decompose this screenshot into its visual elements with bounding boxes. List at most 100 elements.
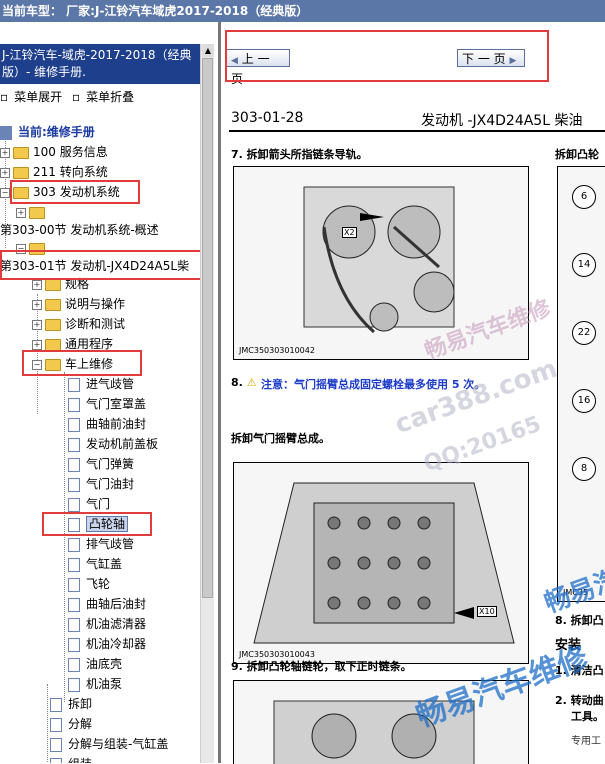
tree-item-disassembly-head[interactable]: 分解与组装-气缸盖 [50, 734, 168, 754]
manual-icon [0, 125, 12, 140]
tree-item-folder[interactable]: + [16, 202, 49, 222]
sidebar-scrollbar[interactable]: ▲ [200, 44, 214, 763]
tree-item-intake-manifold[interactable]: 进气歧管 [68, 374, 134, 394]
right-column-title: 拆卸凸轮 [555, 148, 599, 161]
document-icon [68, 677, 80, 692]
expand-icon: ▫ [0, 90, 9, 104]
highlight-box [0, 250, 208, 280]
tree-item-rear-seal[interactable]: 曲轴后油封 [68, 594, 146, 614]
document-icon [50, 697, 62, 712]
document-icon [68, 377, 80, 392]
highlight-box [22, 350, 142, 376]
expand-icon[interactable]: + [32, 319, 42, 330]
step-8: 8. ⚠ [231, 376, 257, 389]
tree-item-100[interactable]: +100 服务信息 [0, 142, 108, 162]
install-step-2: 2. 转动曲 [555, 694, 604, 707]
tree-item-303-00[interactable]: 第303-00节 发动机系统-概述 [0, 220, 159, 240]
tree-item-oil-pump[interactable]: 机油泵 [68, 674, 122, 694]
bolt-number: 22 [572, 321, 596, 345]
scroll-up-icon[interactable]: ▲ [202, 44, 214, 57]
document-icon [68, 437, 80, 452]
document-icon [68, 657, 80, 672]
warning-icon: ⚠ [246, 376, 257, 389]
highlight-box [42, 512, 152, 536]
tree-item-removal[interactable]: 拆卸 [50, 694, 92, 714]
document-icon [68, 477, 80, 492]
document-icon [68, 637, 80, 652]
tree-item-exhaust-manifold[interactable]: 排气歧管 [68, 534, 134, 554]
expand-icon[interactable]: + [32, 339, 42, 350]
expand-icon[interactable]: + [16, 207, 26, 218]
tree-root[interactable]: 当前:维修手册 [0, 122, 95, 142]
tree-item-disassembly[interactable]: 分解 [50, 714, 92, 734]
document-icon [50, 737, 62, 752]
folder-icon [45, 298, 61, 311]
document-icon [68, 397, 80, 412]
diagram-camshaft-sprocket [233, 680, 529, 764]
collapse-menu-button[interactable]: 菜单折叠 [86, 90, 134, 104]
engine-diagram-2 [253, 482, 515, 644]
diagram-rocker-assembly: X10 JMC350303010043 [233, 462, 529, 664]
step-9: 9. 拆卸凸轮轴链轮，取下正时链条。 [231, 660, 412, 673]
tree-item-valve-seal[interactable]: 气门油封 [68, 474, 134, 494]
expand-icon[interactable]: + [0, 147, 10, 158]
document-icon [68, 497, 80, 512]
collapse-icon: ▫ [71, 90, 81, 104]
document-icon [50, 717, 62, 732]
sidebar-controls: ▫ 菜单展开 ▫ 菜单折叠 [0, 88, 140, 105]
sidebar: J-江铃汽车-域虎-2017-2018（经典版）- 维修手册. ▫ 菜单展开 ▫ 菜… [0, 44, 214, 763]
tree-item-flywheel[interactable]: 飞轮 [68, 574, 110, 594]
arrow-label: X2 [342, 227, 357, 238]
tree-item-description[interactable]: + 说明与操作 [32, 294, 125, 314]
special-tool-label: 专用工 [571, 736, 601, 747]
document-icon [68, 577, 80, 592]
expand-menu-button[interactable]: 菜单展开 [14, 90, 62, 104]
diagram-code: JMC350303010042 [239, 346, 315, 355]
tree-item-oil-filter[interactable]: 机油滤清器 [68, 614, 146, 634]
tree-item-cylinder-head[interactable]: 气缸盖 [68, 554, 122, 574]
step-7: 7. 拆卸箭头所指链条导轨。 [231, 148, 368, 161]
tree-item-diagnosis[interactable]: + 诊断和测试 [32, 314, 125, 334]
highlight-box [10, 180, 140, 204]
bolt-number: 16 [572, 389, 596, 413]
highlight-box [225, 30, 549, 82]
tree-item-front-cover[interactable]: 发动机前盖板 [68, 434, 158, 454]
diagram-timing-chain: X2 JMC350303010042 [233, 166, 529, 360]
document-icon [68, 597, 80, 612]
tree-line [64, 372, 65, 702]
page-header: 303-01-28 发动机 -JX4D24A5L 柴油 [229, 108, 605, 132]
tree-item-oil-cooler[interactable]: 机油冷却器 [68, 634, 146, 654]
page-heading: 发动机 -JX4D24A5L 柴油 [421, 113, 583, 129]
folder-icon [45, 338, 61, 351]
install-heading: 安装 [555, 638, 582, 653]
install-step-1: 1. 清洁凸 [555, 664, 604, 677]
expand-icon[interactable]: + [32, 279, 42, 290]
document-icon [50, 757, 62, 763]
expand-icon[interactable]: + [0, 167, 10, 178]
document-icon [68, 537, 80, 552]
folder-icon [13, 146, 29, 159]
document-icon [68, 557, 80, 572]
document-icon [68, 457, 80, 472]
document-icon [68, 617, 80, 632]
page-code: 303-01-28 [231, 110, 304, 126]
diagram-code: JMC35 [563, 588, 589, 597]
expand-icon[interactable]: + [32, 299, 42, 310]
folder-icon [13, 166, 29, 179]
tree-item-front-seal[interactable]: 曲轴前油封 [68, 414, 146, 434]
step-8-note: 注意：气门摇臂总成固定螺栓最多使用 5 次。 [261, 378, 486, 391]
tree-item-211[interactable]: +211 转向系统 [0, 162, 108, 182]
scroll-thumb[interactable] [202, 58, 213, 598]
engine-diagram-1 [303, 186, 455, 334]
collapse-icon[interactable]: − [0, 187, 10, 198]
tree-item-valve-cover[interactable]: 气门室罩盖 [68, 394, 146, 414]
tree-item-assembly[interactable]: 组装 [50, 754, 92, 763]
title-bar: 当前车型： 厂家:J-江铃汽车域虎2017-2018（经典版） [0, 0, 605, 22]
tree-item-valve[interactable]: 气门 [68, 494, 110, 514]
folder-icon [45, 318, 61, 331]
tree-item-oil-pan[interactable]: 油底壳 [68, 654, 122, 674]
bolt-number: 14 [572, 253, 596, 277]
bolt-number: 6 [572, 185, 596, 209]
tree-item-valve-spring[interactable]: 气门弹簧 [68, 454, 134, 474]
folder-icon [29, 206, 45, 219]
